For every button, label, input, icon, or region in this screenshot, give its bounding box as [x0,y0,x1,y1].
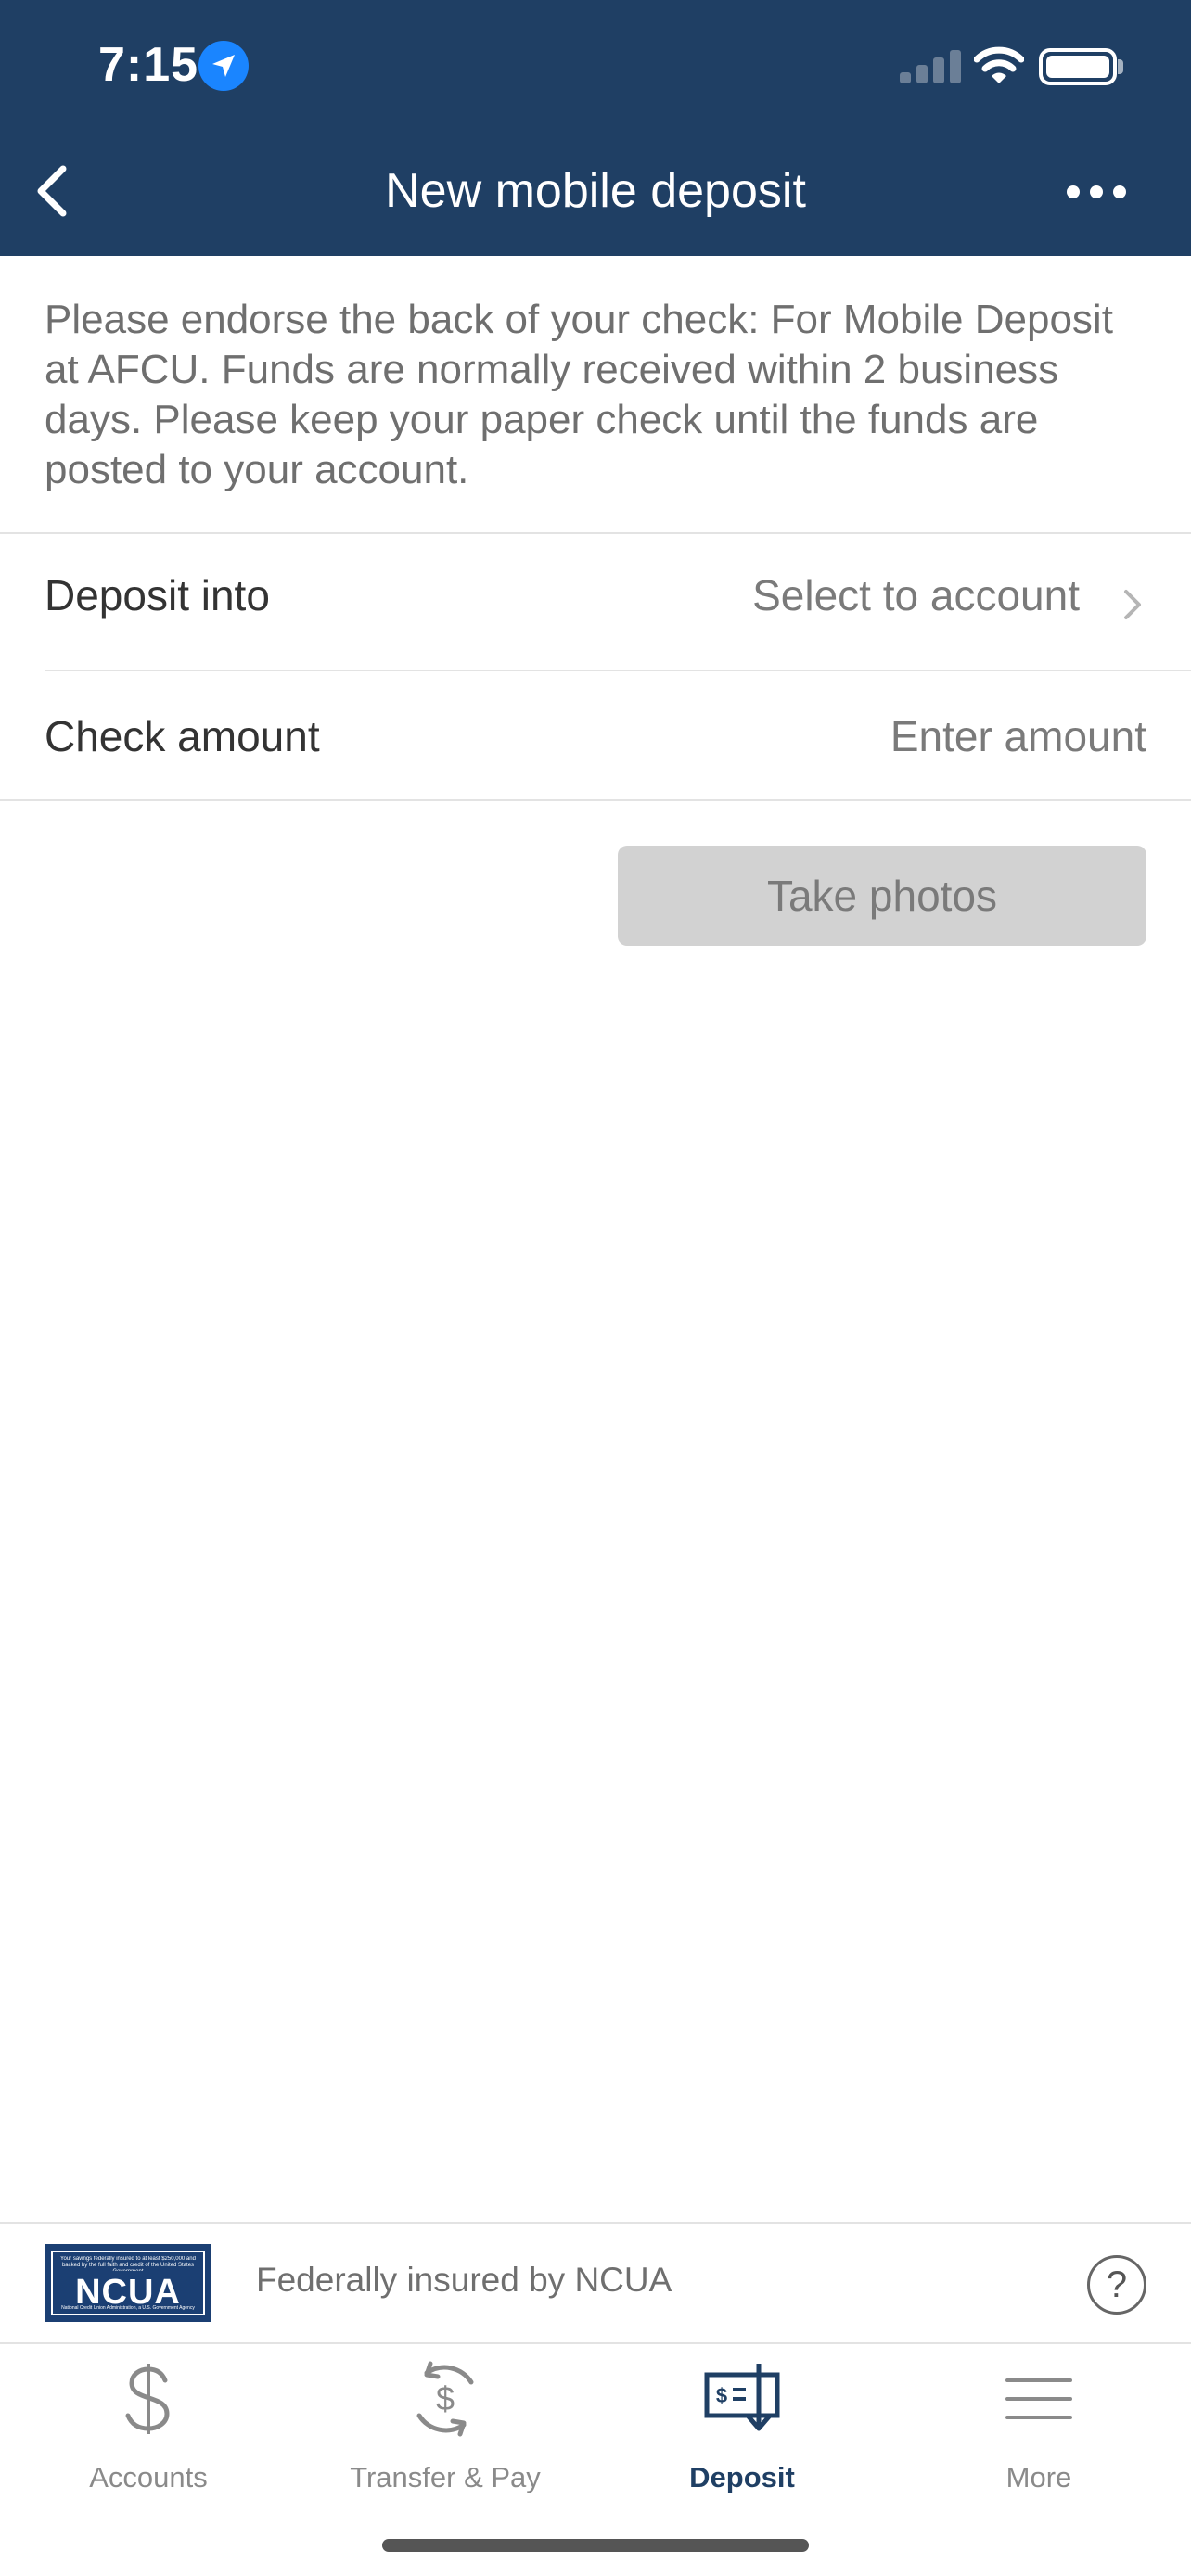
divider [0,2222,1191,2224]
dollar-icon [0,2357,297,2441]
app-header: 7:15 New mobile deposit [0,0,1191,256]
divider [0,532,1191,534]
question-mark-icon: ? [1106,2264,1128,2305]
tab-label-transfer-pay: Transfer & Pay [350,2461,541,2493]
tab-label-deposit: Deposit [689,2461,795,2493]
transfer-dollar-icon: $ [297,2357,594,2441]
tab-label-accounts: Accounts [89,2461,208,2493]
tab-accounts[interactable]: Accounts [0,2344,297,2493]
home-indicator[interactable] [382,2539,809,2552]
menu-icon [890,2357,1187,2441]
ncua-logo-frame: Your savings federally insured to at lea… [51,2251,205,2315]
ncua-logo-fine-print-bottom: National Credit Union Administration, a … [61,2305,195,2311]
check-amount-label: Check amount [45,712,320,760]
svg-text:$: $ [436,2379,455,2417]
check-deposit-icon: $ [594,2357,890,2441]
divider [0,799,1191,801]
status-time: 7:15 [98,38,199,92]
take-photos-button[interactable]: Take photos [618,846,1146,946]
ncua-logo-fine-print-top: Your savings federally insured to at lea… [60,2256,196,2271]
cellular-signal-icon [900,50,961,83]
ellipsis-icon [1067,185,1080,198]
svg-text:$: $ [716,2384,727,2407]
chevron-right-icon [1124,590,1141,619]
tab-label-more: More [1005,2461,1072,2493]
tab-more[interactable]: More [890,2344,1187,2493]
tab-deposit[interactable]: $ Deposit [594,2344,890,2493]
endorsement-instructions: Please endorse the back of your check: F… [45,297,1113,492]
divider [45,670,1191,671]
wifi-icon [974,46,1024,83]
location-arrow-icon [198,41,249,91]
ellipsis-dot [1113,185,1126,198]
page-title: New mobile deposit [385,164,806,218]
ellipsis-dot [1090,185,1103,198]
deposit-into-label: Deposit into [45,571,270,619]
insured-text: Federally insured by NCUA [256,2261,672,2299]
battery-nub [1118,59,1123,74]
tab-transfer-pay[interactable]: $ Transfer & Pay [297,2344,594,2493]
battery-icon [1039,48,1117,85]
help-button[interactable]: ? [1087,2255,1146,2315]
more-options-button[interactable] [1067,182,1126,204]
ncua-logo: Your savings federally insured to at lea… [45,2244,211,2322]
check-amount-input[interactable]: Enter amount [890,711,1146,761]
deposit-into-value[interactable]: Select to account [752,570,1080,620]
